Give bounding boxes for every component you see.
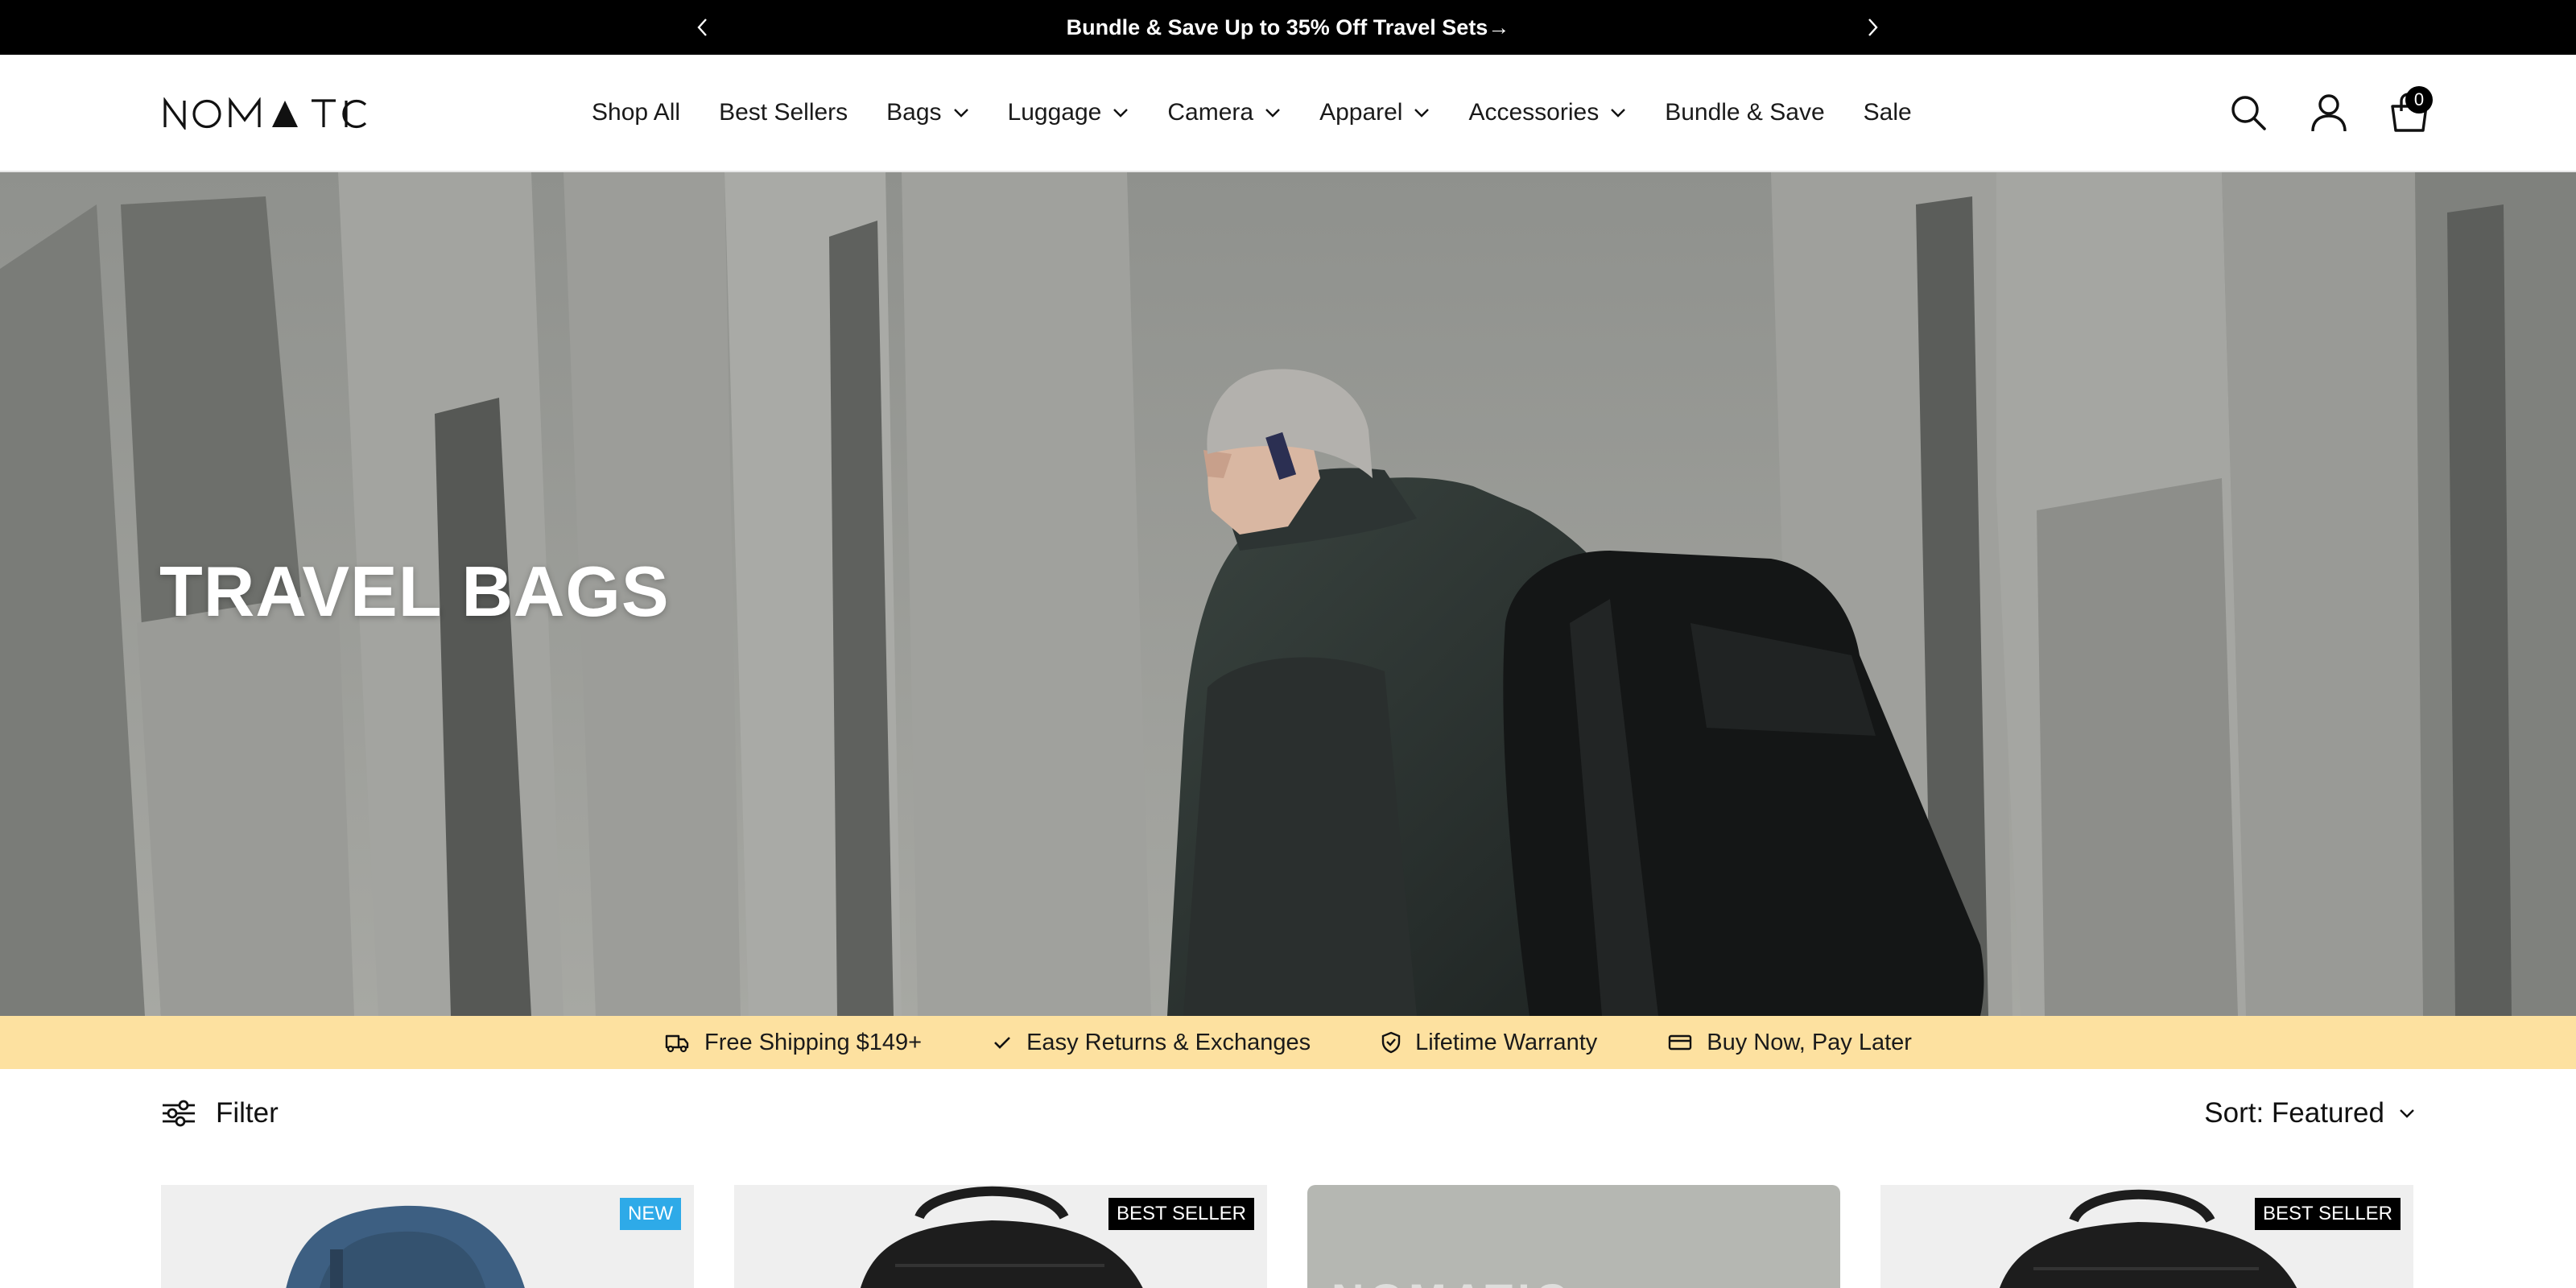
- search-button[interactable]: [2227, 91, 2270, 134]
- nav-label: Bundle & Save: [1665, 99, 1825, 126]
- backpack-image: [286, 1205, 525, 1288]
- account-icon: [2311, 94, 2347, 132]
- nav-shop-all[interactable]: Shop All: [592, 99, 680, 126]
- filter-label: Filter: [216, 1097, 279, 1129]
- benefit-label: Easy Returns & Exchanges: [1026, 1029, 1311, 1055]
- cart-button[interactable]: 0: [2388, 86, 2433, 134]
- account-button[interactable]: [2307, 91, 2351, 134]
- nav-label: Bags: [886, 99, 942, 126]
- nav-label: Best Sellers: [719, 99, 848, 126]
- nav-label: Camera: [1167, 99, 1254, 126]
- nav-label: Accessories: [1468, 99, 1600, 126]
- hero-banner: TRAVEL BAGS: [0, 172, 2576, 1016]
- chevron-down-icon: [2400, 1109, 2414, 1118]
- nav-luggage[interactable]: Luggage: [1008, 99, 1129, 126]
- announcement-link[interactable]: Bundle & Save Up to 35% Off Travel Sets→: [0, 0, 2576, 55]
- nav-apparel[interactable]: Apparel: [1319, 99, 1430, 126]
- benefit-label: Free Shipping $149+: [704, 1029, 923, 1055]
- nav-label: Luggage: [1007, 99, 1102, 126]
- benefit-label: Buy Now, Pay Later: [1707, 1029, 1912, 1055]
- nav-label: Sale: [1863, 99, 1912, 126]
- filter-icon: [163, 1100, 195, 1127]
- announcement-next-button[interactable]: [1856, 11, 1889, 43]
- site-header: Shop All Best Sellers Bags Luggage Camer…: [0, 55, 2576, 172]
- nav-label: Apparel: [1319, 99, 1403, 126]
- chevron-down-icon: [1414, 109, 1430, 118]
- nav-label: Shop All: [592, 99, 681, 126]
- product-card[interactable]: BEST SELLER: [1880, 1185, 2413, 1288]
- truck-icon: [665, 1034, 689, 1053]
- benefit-label: Lifetime Warranty: [1415, 1029, 1598, 1055]
- product-card[interactable]: NEW: [161, 1185, 694, 1288]
- chevron-down-icon: [1611, 109, 1626, 118]
- benefit-shipping: Free Shipping $149+: [664, 1030, 922, 1056]
- sort-label: Sort: Featured: [2204, 1097, 2384, 1129]
- product-card[interactable]: BEST SELLER: [734, 1185, 1267, 1288]
- announcement-bar: Bundle & Save Up to 35% Off Travel Sets→: [0, 0, 2576, 55]
- card-icon: [1669, 1034, 1692, 1051]
- badge-best-seller: BEST SELLER: [2255, 1198, 2401, 1230]
- header-actions: 0: [2227, 55, 2433, 171]
- main-nav: Shop All Best Sellers Bags Luggage Camer…: [592, 55, 1912, 171]
- nav-accessories[interactable]: Accessories: [1468, 99, 1626, 126]
- cart-count-badge: 0: [2405, 86, 2433, 114]
- nav-bags[interactable]: Bags: [886, 99, 968, 126]
- shield-icon: [1381, 1031, 1401, 1054]
- nav-sale[interactable]: Sale: [1864, 99, 1912, 126]
- benefits-strip: Free Shipping $149+ Easy Returns & Excha…: [0, 1016, 2576, 1069]
- badge-new: NEW: [620, 1198, 681, 1230]
- filter-button[interactable]: Filter: [161, 1093, 279, 1133]
- promo-text: NOMATIC: [1331, 1274, 1572, 1288]
- chevron-down-icon: [1113, 109, 1129, 118]
- nav-best-sellers[interactable]: Best Sellers: [719, 99, 848, 126]
- benefit-returns: Easy Returns & Exchanges: [993, 1030, 1311, 1056]
- logo[interactable]: [163, 93, 367, 134]
- chevron-down-icon: [1265, 109, 1280, 118]
- promo-card[interactable]: NOMATIC: [1307, 1185, 1840, 1288]
- search-icon: [2231, 96, 2266, 130]
- nav-camera[interactable]: Camera: [1167, 99, 1281, 126]
- nomatic-logo: [163, 97, 367, 130]
- sort-dropdown[interactable]: Sort: Featured: [2204, 1093, 2415, 1133]
- benefit-pay-later: Buy Now, Pay Later: [1668, 1030, 1912, 1056]
- badge-best-seller: BEST SELLER: [1108, 1198, 1254, 1230]
- hero-title: TRAVEL BAGS: [159, 551, 670, 631]
- benefit-warranty: Lifetime Warranty: [1381, 1030, 1597, 1056]
- chevron-down-icon: [953, 109, 968, 118]
- product-grid: NEW BEST SELLER NOMATIC BEST SELLER: [161, 1185, 2415, 1288]
- check-icon: [994, 1037, 1011, 1049]
- chevron-right-icon: [1868, 19, 1878, 36]
- nav-bundle-save[interactable]: Bundle & Save: [1665, 99, 1824, 126]
